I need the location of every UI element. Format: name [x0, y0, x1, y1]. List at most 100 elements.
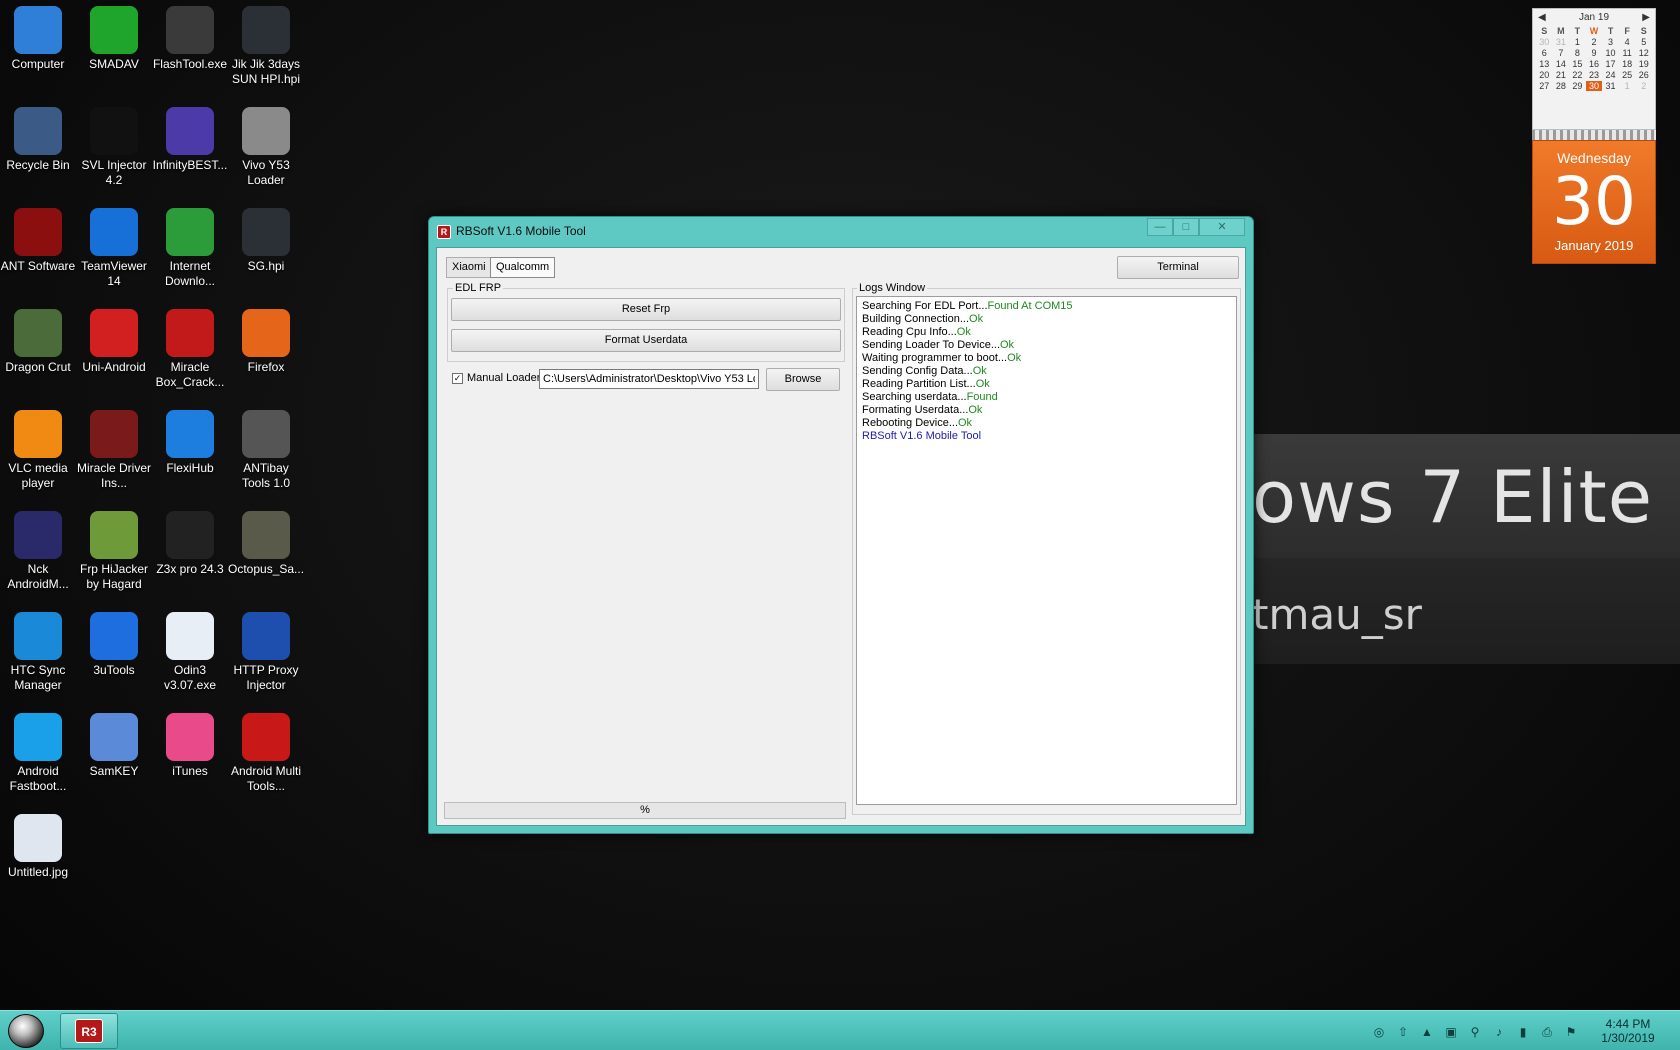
browse-button[interactable]: Browse: [766, 368, 840, 391]
calendar-day-cell[interactable]: 15: [1569, 59, 1586, 69]
calendar-day-cell[interactable]: 4: [1619, 37, 1636, 47]
maximize-button[interactable]: □: [1173, 218, 1199, 236]
desktop-icon-label: HTC Sync Manager: [10, 663, 66, 692]
calendar-day-cell[interactable]: 10: [1602, 48, 1619, 58]
calendar-day-cell[interactable]: 31: [1553, 37, 1570, 47]
calendar-day-cell[interactable]: 20: [1536, 70, 1553, 80]
manual-loader-checkbox[interactable]: ✓: [452, 373, 463, 384]
desktop-icon[interactable]: Z3x pro 24.3: [152, 505, 228, 577]
calendar-day-cell[interactable]: 26: [1635, 70, 1652, 80]
desktop-icon[interactable]: SVL Injector 4.2: [76, 101, 152, 188]
reset-frp-button[interactable]: Reset Frp: [451, 298, 841, 321]
desktop-icon[interactable]: Odin3 v3.07.exe: [152, 606, 228, 693]
calendar-day-cell[interactable]: 21: [1553, 70, 1570, 80]
start-button[interactable]: [8, 1014, 44, 1048]
calendar-gadget[interactable]: ◀ Jan 19 ▶ S M T W T F S 30 31 1 2 3 4 5 6 7 8 9 10 11 12 13 1…: [1532, 8, 1656, 130]
calendar-day-cell[interactable]: 19: [1635, 59, 1652, 69]
calendar-day-cell[interactable]: 16: [1586, 59, 1603, 69]
desktop-icon[interactable]: Octopus_Sa...: [228, 505, 304, 577]
calendar-day-cell[interactable]: 25: [1619, 70, 1636, 80]
format-userdata-button[interactable]: Format Userdata: [451, 329, 841, 352]
tab-qualcomm[interactable]: Qualcomm: [490, 257, 556, 278]
minimize-button[interactable]: —: [1147, 218, 1173, 236]
desktop-icon[interactable]: VLC media player: [0, 404, 76, 491]
flag-icon[interactable]: ⚑: [1563, 1024, 1579, 1040]
calendar-day-cell[interactable]: 13: [1536, 59, 1553, 69]
usb-icon[interactable]: ⚲: [1467, 1024, 1483, 1040]
calendar-day-cell[interactable]: 24: [1602, 70, 1619, 80]
desktop-icon[interactable]: Jik Jik 3days SUN HPI.hpi: [228, 0, 304, 87]
terminal-button[interactable]: Terminal: [1117, 256, 1239, 279]
calendar-day-cell[interactable]: 11: [1619, 48, 1636, 58]
logs-textbox[interactable]: Searching For EDL Port...Found At COM15 B…: [856, 296, 1237, 805]
desktop-icon[interactable]: Android Multi Tools...: [228, 707, 304, 794]
desktop-icon[interactable]: HTTP Proxy Injector: [228, 606, 304, 693]
calendar-day-cell[interactable]: 8: [1569, 48, 1586, 58]
desktop-icon[interactable]: Firefox: [228, 303, 304, 375]
signal-icon[interactable]: ▮: [1515, 1024, 1531, 1040]
desktop-icon[interactable]: SG.hpi: [228, 202, 304, 274]
calendar-day-cell[interactable]: 1: [1569, 37, 1586, 47]
tab-xiaomi[interactable]: Xiaomi: [446, 257, 492, 278]
desktop-icon[interactable]: Computer: [0, 0, 76, 72]
calendar-today-cell[interactable]: 30: [1585, 81, 1603, 91]
calendar-day-cell[interactable]: 29: [1569, 81, 1586, 91]
desktop-icon-label: ANT Software: [0, 259, 76, 273]
desktop-icon[interactable]: Vivo Y53 Loader: [228, 101, 304, 188]
desktop-icon[interactable]: Untitled.jpg: [0, 808, 76, 880]
network-icon[interactable]: ◎: [1371, 1024, 1387, 1040]
desktop-icon[interactable]: Recycle Bin: [0, 101, 76, 173]
desktop-icon[interactable]: HTC Sync Manager: [0, 606, 76, 693]
calendar-day-cell[interactable]: 2: [1586, 37, 1603, 47]
calendar-day-cell[interactable]: 27: [1536, 81, 1553, 91]
desktop-icon-label: Untitled.jpg: [7, 865, 69, 879]
taskbar-rbsoft-button[interactable]: R3: [60, 1013, 118, 1049]
desktop-icon[interactable]: Android Fastboot...: [0, 707, 76, 794]
desktop-icon[interactable]: Dragon Crut: [0, 303, 76, 375]
desktop-icon[interactable]: Miracle Driver Ins...: [76, 404, 152, 491]
taskbar-clock[interactable]: 4:44 PM 1/30/2019: [1588, 1017, 1668, 1045]
calendar-day-cell[interactable]: 3: [1602, 37, 1619, 47]
calendar-prev-icon[interactable]: ◀: [1538, 12, 1546, 23]
calendar-day-cell[interactable]: 17: [1602, 59, 1619, 69]
calendar-day-cell[interactable]: 12: [1635, 48, 1652, 58]
desktop-icon[interactable]: SMADAV: [76, 0, 152, 72]
calendar-day-cell[interactable]: 14: [1553, 59, 1570, 69]
calendar-day-cell[interactable]: 28: [1553, 81, 1570, 91]
folder-icon: [242, 107, 290, 155]
desktop-icon[interactable]: 3uTools: [76, 606, 152, 678]
loader-path-input[interactable]: [539, 369, 759, 389]
desktop-icon[interactable]: Uni-Android: [76, 303, 152, 375]
desktop-icon[interactable]: FlashTool.exe: [152, 0, 228, 72]
printer-icon[interactable]: ⎙: [1539, 1024, 1555, 1040]
calendar-day-cell[interactable]: 30: [1536, 37, 1553, 47]
desktop-icon[interactable]: ANTibay Tools 1.0: [228, 404, 304, 491]
desktop-icon[interactable]: Nck AndroidM...: [0, 505, 76, 592]
desktop-icon[interactable]: SamKEY: [76, 707, 152, 779]
shield-icon[interactable]: ▲: [1419, 1024, 1435, 1040]
calendar-day-cell[interactable]: 2: [1635, 81, 1652, 91]
desktop-icon[interactable]: Miracle Box_Crack...: [152, 303, 228, 390]
tray-app-icon[interactable]: ▣: [1443, 1024, 1459, 1040]
arrow-up-icon[interactable]: ⇧: [1395, 1024, 1411, 1040]
calendar-day-cell[interactable]: 1: [1619, 81, 1636, 91]
calendar-day-cell[interactable]: 7: [1553, 48, 1570, 58]
close-button[interactable]: ✕: [1199, 218, 1245, 236]
window-titlebar[interactable]: R RBSoft V1.6 Mobile Tool — □ ✕: [429, 217, 1253, 247]
calendar-next-icon[interactable]: ▶: [1642, 12, 1650, 23]
calendar-day-cell[interactable]: 23: [1586, 70, 1603, 80]
desktop-icon[interactable]: ANT Software: [0, 202, 76, 274]
volume-icon[interactable]: ♪: [1491, 1024, 1507, 1040]
calendar-day-cell[interactable]: 22: [1569, 70, 1586, 80]
desktop-icon[interactable]: FlexiHub: [152, 404, 228, 476]
desktop-icon[interactable]: Frp HiJacker by Hagard: [76, 505, 152, 592]
calendar-day-cell[interactable]: 31: [1602, 81, 1619, 91]
desktop-icon[interactable]: iTunes: [152, 707, 228, 779]
calendar-day-cell[interactable]: 18: [1619, 59, 1636, 69]
calendar-day-cell[interactable]: 5: [1635, 37, 1652, 47]
calendar-day-cell[interactable]: 6: [1536, 48, 1553, 58]
desktop-icon[interactable]: InfinityBEST...: [152, 101, 228, 173]
desktop-icon[interactable]: Internet Downlo...: [152, 202, 228, 289]
calendar-day-cell[interactable]: 9: [1586, 48, 1603, 58]
desktop-icon[interactable]: TeamViewer 14: [76, 202, 152, 289]
